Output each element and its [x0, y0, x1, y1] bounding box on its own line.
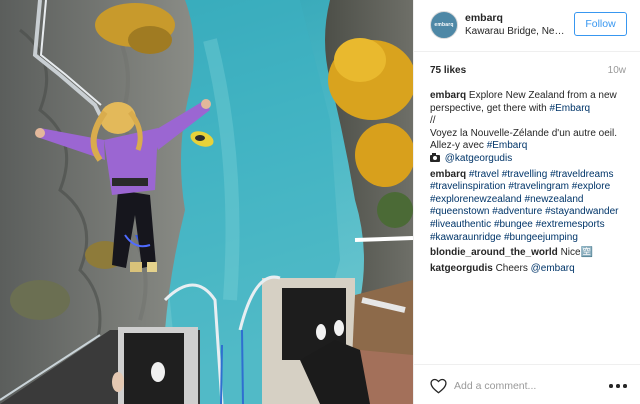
hashtag-link[interactable]: #Embarq	[487, 140, 528, 151]
avatar[interactable]: embarq	[430, 11, 458, 39]
hashtag-link[interactable]: #explore	[572, 181, 610, 192]
avatar-logo-text: embarq	[434, 22, 454, 28]
caption: embarq Explore New Zealand from a new pe…	[430, 90, 636, 166]
heart-outline-icon[interactable]	[430, 378, 447, 394]
hashtag-link[interactable]: #liveauthentic	[430, 219, 491, 230]
hashtag-link[interactable]: #travelingram	[508, 181, 569, 192]
post-photo[interactable]	[0, 0, 413, 404]
more-options-icon[interactable]	[609, 384, 627, 388]
comment-username[interactable]: blondie_around_the_world	[430, 247, 558, 258]
hashtag-link[interactable]: #Embarq	[550, 103, 591, 114]
caption-separator: //	[430, 115, 436, 127]
comments-list: embarq Explore New Zealand from a new pe…	[430, 90, 636, 278]
hashtag-link[interactable]: #travelling	[502, 169, 548, 180]
comment-text: Nice	[560, 247, 581, 259]
follow-button[interactable]: Follow	[574, 12, 627, 36]
hashtag-link[interactable]: #kawaraunridge	[430, 232, 501, 243]
location-link[interactable]: Kawarau Bridge, New Zealand	[465, 26, 569, 37]
comment-username[interactable]: katgeorgudis	[430, 263, 493, 274]
comment-text: Cheers	[495, 262, 528, 274]
comment-item: katgeorgudis Cheers @embarq	[430, 263, 636, 276]
comment-bar	[414, 364, 640, 404]
post-time[interactable]: 10w	[608, 65, 626, 76]
likes-count[interactable]: 75 likes	[430, 65, 466, 76]
hashtag-link[interactable]: #traveldreams	[550, 169, 613, 180]
hashtag-comment: embarq #travel #travelling #traveldreams…	[430, 169, 636, 245]
bungee-jump-photo	[0, 0, 413, 404]
post-side-panel: embarq embarq Kawarau Bridge, New Zealan…	[413, 0, 640, 404]
mention-link[interactable]: @katgeorgudis	[445, 153, 512, 164]
hashtag-link[interactable]: #explorenewzealand	[430, 194, 522, 205]
comment-username[interactable]: embarq	[430, 169, 466, 180]
add-comment-input[interactable]	[454, 376, 594, 396]
post-header: embarq embarq Kawarau Bridge, New Zealan…	[414, 0, 640, 52]
hashtag-link[interactable]: #bungeejumping	[504, 232, 578, 243]
hashtag-link[interactable]: #bungee	[494, 219, 533, 230]
camera-icon	[430, 152, 440, 162]
hashtag-link[interactable]: #extremesports	[536, 219, 605, 230]
hashtag-link[interactable]: #travelinspiration	[430, 181, 506, 192]
hashtag-link[interactable]: #travel	[469, 169, 499, 180]
comment-item: blondie_around_the_world Nice🈳	[430, 247, 636, 260]
hashtag-link[interactable]: #newzealand	[525, 194, 584, 205]
mention-link[interactable]: @embarq	[531, 263, 575, 274]
hashtag-link[interactable]: #adventure	[492, 206, 542, 217]
caption-username[interactable]: embarq	[430, 90, 466, 101]
hashtag-link[interactable]: #queenstown	[430, 206, 490, 217]
emoji: 🈳	[580, 247, 594, 259]
username[interactable]: embarq	[465, 12, 503, 24]
hashtag-link[interactable]: #stayandwander	[545, 206, 618, 217]
